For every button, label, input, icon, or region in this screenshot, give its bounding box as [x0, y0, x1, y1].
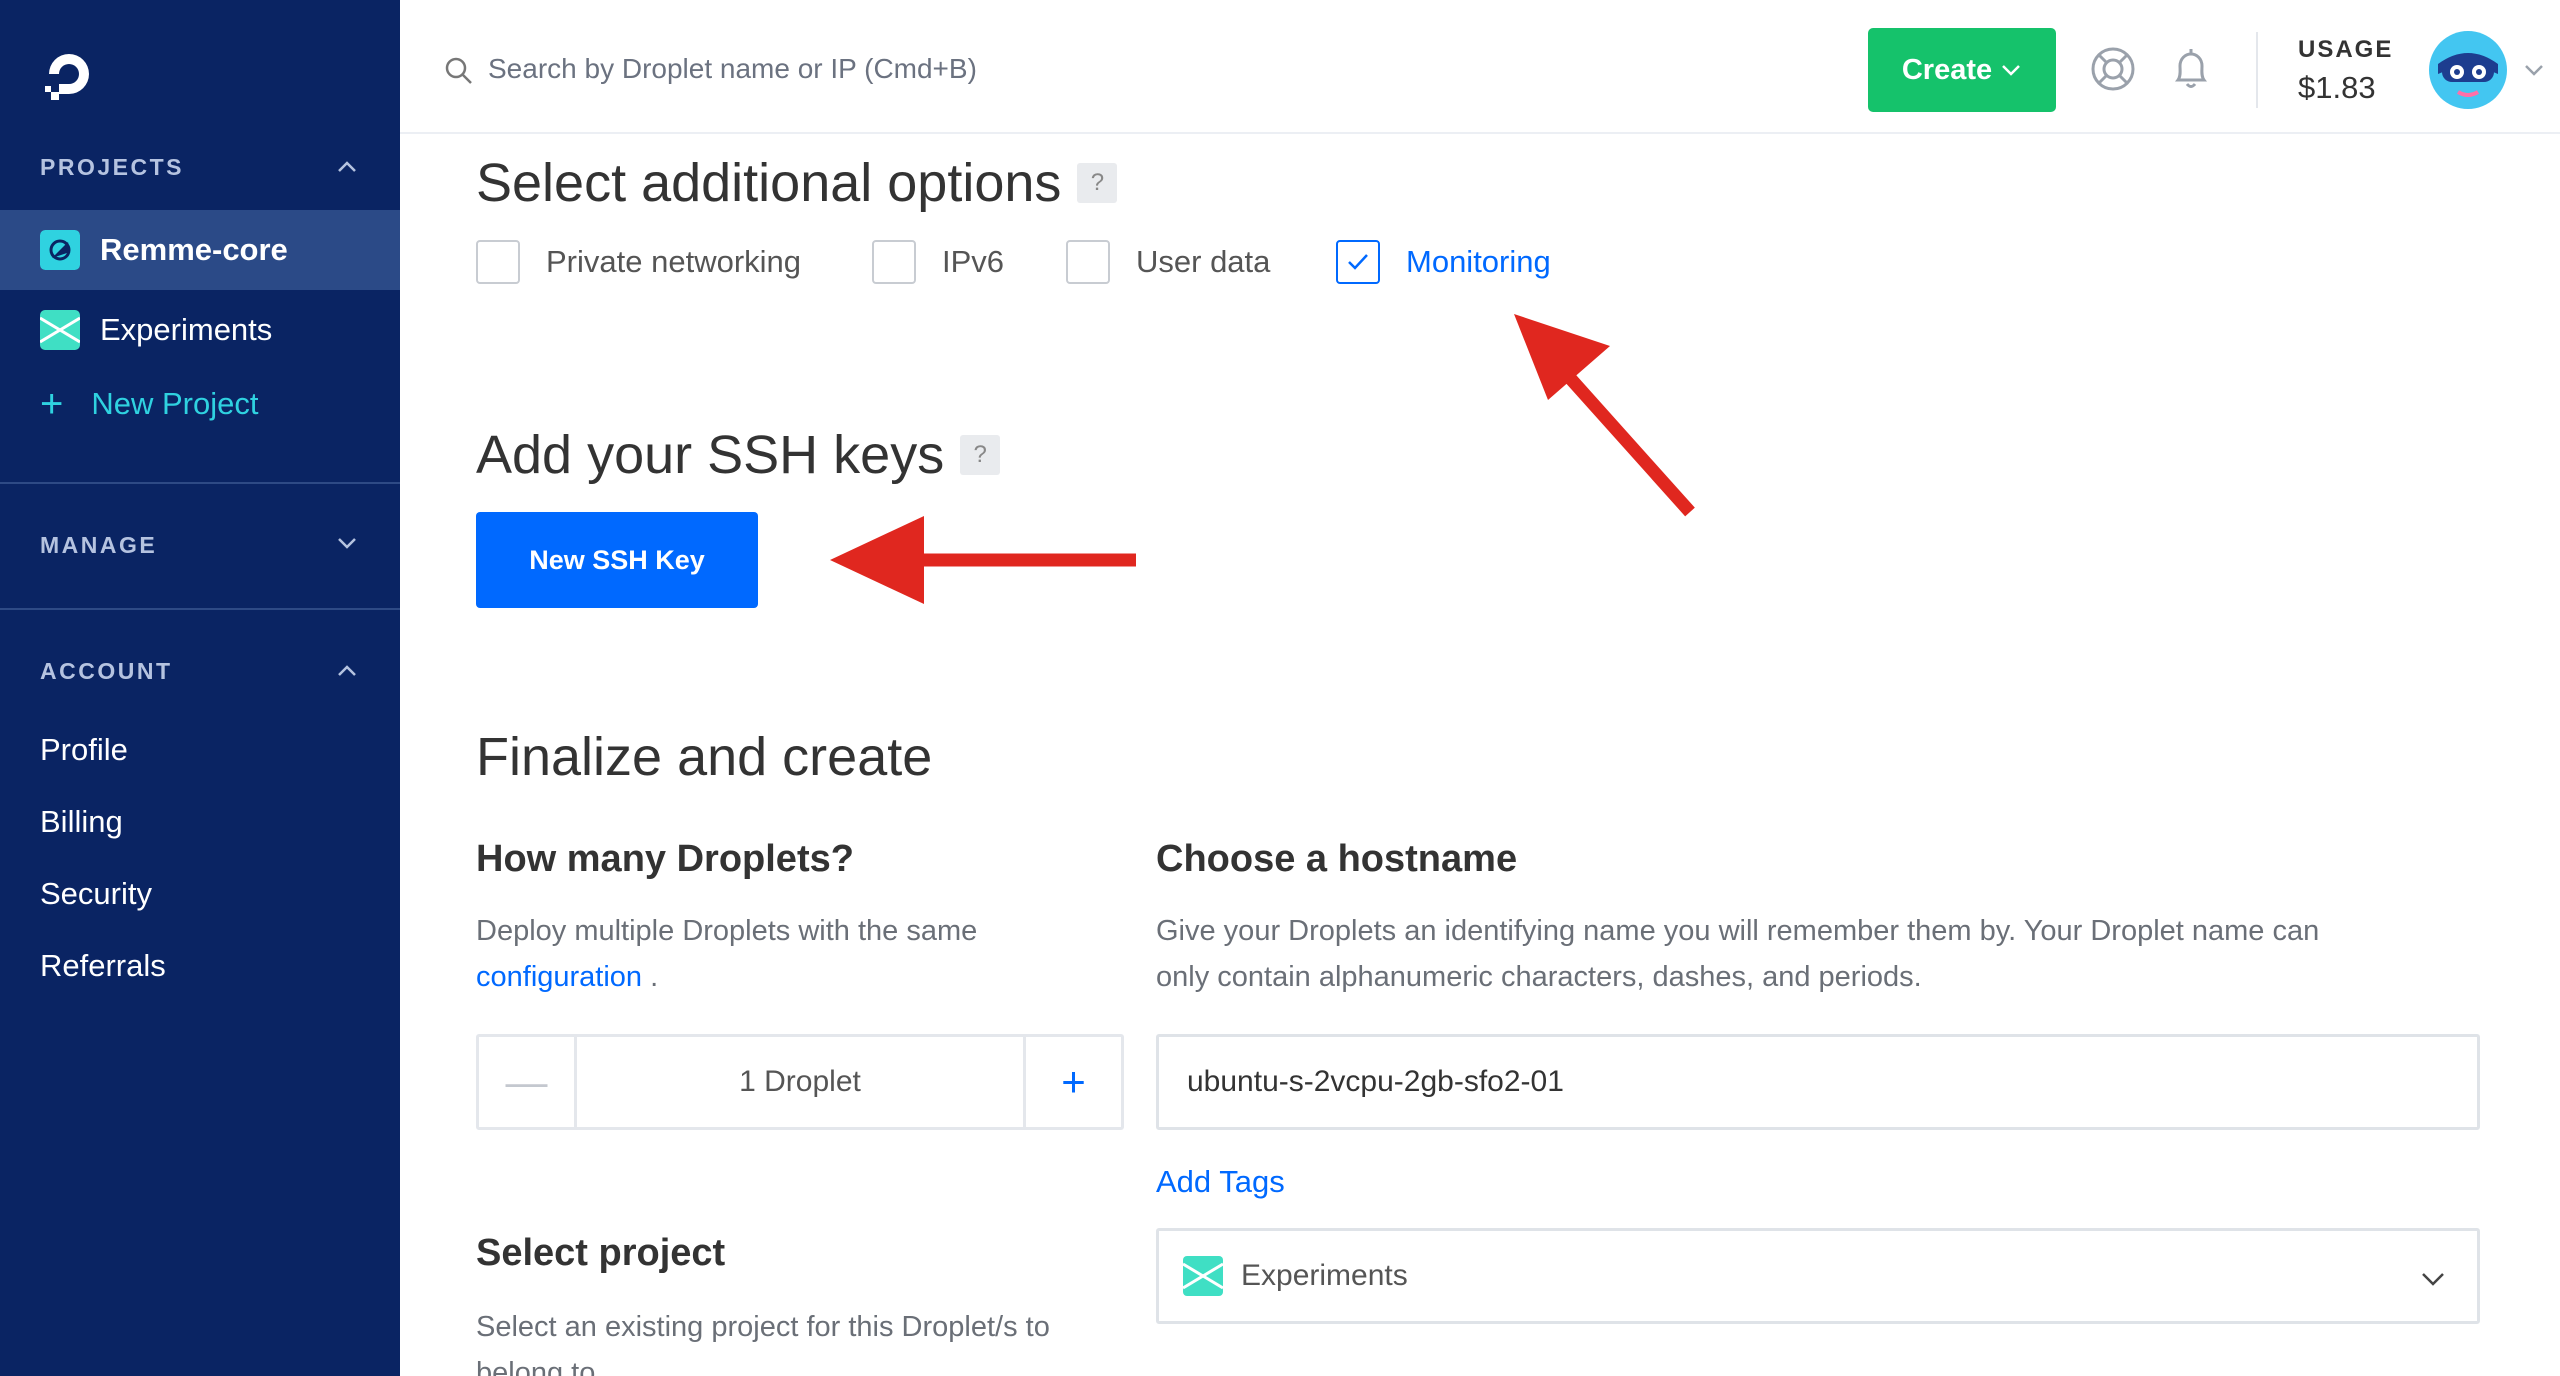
digitalocean-logo-icon[interactable] [38, 44, 100, 106]
new-ssh-key-button[interactable]: New SSH Key [476, 512, 758, 608]
annotation-arrow-icon [1514, 314, 1695, 517]
droplet-count-value[interactable]: 1 Droplet [577, 1037, 1023, 1127]
project-label: Experiments [100, 312, 273, 347]
avatar[interactable] [2428, 30, 2508, 110]
hostname-input[interactable]: ubuntu-s-2vcpu-2gb-sfo2-01 [1156, 1034, 2480, 1130]
checkmark-icon [1348, 254, 1368, 270]
section-title-text: Add your SSH keys [476, 425, 945, 485]
section-title-ssh-keys: Add your SSH keys ? [476, 424, 1001, 486]
description-line: Give your Droplets an identifying name y… [1156, 915, 2320, 947]
hostname-heading: Choose a hostname [1156, 838, 1518, 880]
account-header[interactable]: ACCOUNT [40, 658, 173, 685]
checkbox[interactable] [476, 240, 520, 284]
description-line: Select an existing project for this Drop… [476, 1311, 1050, 1343]
droplet-count-description: Deploy multiple Droplets with the same c… [476, 908, 1116, 1000]
divider [0, 482, 400, 484]
new-project-label: New Project [91, 386, 259, 421]
add-tags-link[interactable]: Add Tags [1156, 1164, 1285, 1200]
divider [2256, 32, 2258, 108]
droplet-quantity-stepper: — 1 Droplet + [476, 1034, 1124, 1130]
usage-label: USAGE [2298, 36, 2394, 63]
droplet-count-heading: How many Droplets? [476, 838, 854, 880]
option-user-data[interactable]: User data [1066, 240, 1270, 284]
plus-icon: + [40, 382, 64, 426]
help-lifebuoy-icon[interactable] [2088, 44, 2138, 94]
option-private-networking[interactable]: Private networking [476, 240, 801, 284]
checkbox[interactable] [1066, 240, 1110, 284]
configuration-link[interactable]: configuration [476, 961, 642, 993]
select-project-heading: Select project [476, 1232, 726, 1274]
chevron-down-icon [2422, 1273, 2444, 1286]
project-item-experiments[interactable]: Experiments [0, 290, 400, 370]
option-label: IPv6 [942, 244, 1005, 279]
project-icon [40, 230, 80, 270]
sidebar-item-referrals[interactable]: Referrals [40, 948, 166, 984]
divider [0, 608, 400, 610]
experiments-project-icon [40, 310, 80, 350]
section-title-text: Finalize and create [476, 727, 933, 787]
select-project-description: Select an existing project for this Drop… [476, 1304, 1136, 1376]
section-title-finalize: Finalize and create [476, 726, 932, 788]
decrement-button[interactable]: — [479, 1037, 577, 1127]
option-ipv6[interactable]: IPv6 [872, 240, 1004, 284]
chevron-down-icon [2002, 65, 2021, 76]
hostname-description: Give your Droplets an identifying name y… [1156, 908, 2496, 1000]
increment-button[interactable]: + [1023, 1037, 1121, 1127]
new-project-link[interactable]: + New Project [40, 384, 258, 424]
sidebar-item-billing[interactable]: Billing [40, 804, 123, 840]
sidebar: PROJECTS Remme-core Experiments + New Pr… [0, 0, 400, 1376]
option-label: Monitoring [1406, 244, 1551, 279]
description-text: Deploy multiple Droplets with the same [476, 915, 978, 947]
selected-project-label: Experiments [1241, 1259, 1408, 1292]
chevron-up-icon[interactable] [336, 156, 358, 178]
description-line: belong to. [476, 1357, 604, 1376]
manage-header[interactable]: MANAGE [40, 532, 157, 559]
sidebar-item-profile[interactable]: Profile [40, 732, 128, 768]
chevron-down-icon[interactable] [2522, 58, 2546, 82]
description-line: only contain alphanumeric characters, da… [1156, 961, 1922, 993]
section-title-additional-options: Select additional options ? [476, 152, 1118, 214]
option-label: User data [1136, 244, 1271, 279]
checkbox-checked[interactable] [1336, 240, 1380, 284]
annotation-arrow-icon [830, 516, 1136, 604]
experiments-project-icon [1183, 1256, 1223, 1296]
top-bar: Create USAGE $1.83 [400, 0, 2560, 134]
project-item-remme-core[interactable]: Remme-core [0, 210, 400, 290]
option-label: Private networking [546, 244, 802, 279]
help-icon[interactable]: ? [1077, 163, 1118, 203]
help-icon[interactable]: ? [960, 435, 1001, 475]
project-label: Remme-core [100, 232, 288, 267]
create-label: Create [1901, 53, 1993, 86]
bell-icon[interactable] [2166, 44, 2216, 94]
search-icon [445, 57, 472, 84]
chevron-up-icon[interactable] [336, 660, 358, 682]
usage-value[interactable]: $1.83 [2298, 70, 2376, 106]
sidebar-item-security[interactable]: Security [40, 876, 152, 912]
option-monitoring[interactable]: Monitoring [1336, 240, 1551, 284]
project-select[interactable]: Experiments [1156, 1228, 2480, 1324]
search-input[interactable] [488, 44, 1288, 94]
description-end: . [650, 961, 659, 993]
checkbox[interactable] [872, 240, 916, 284]
chevron-down-icon[interactable] [336, 532, 358, 554]
create-droplet-form: Select additional options ? Private netw… [476, 134, 2516, 1376]
create-button[interactable]: Create [1868, 28, 2056, 112]
projects-header[interactable]: PROJECTS [40, 154, 184, 181]
section-title-text: Select additional options [476, 153, 1062, 213]
